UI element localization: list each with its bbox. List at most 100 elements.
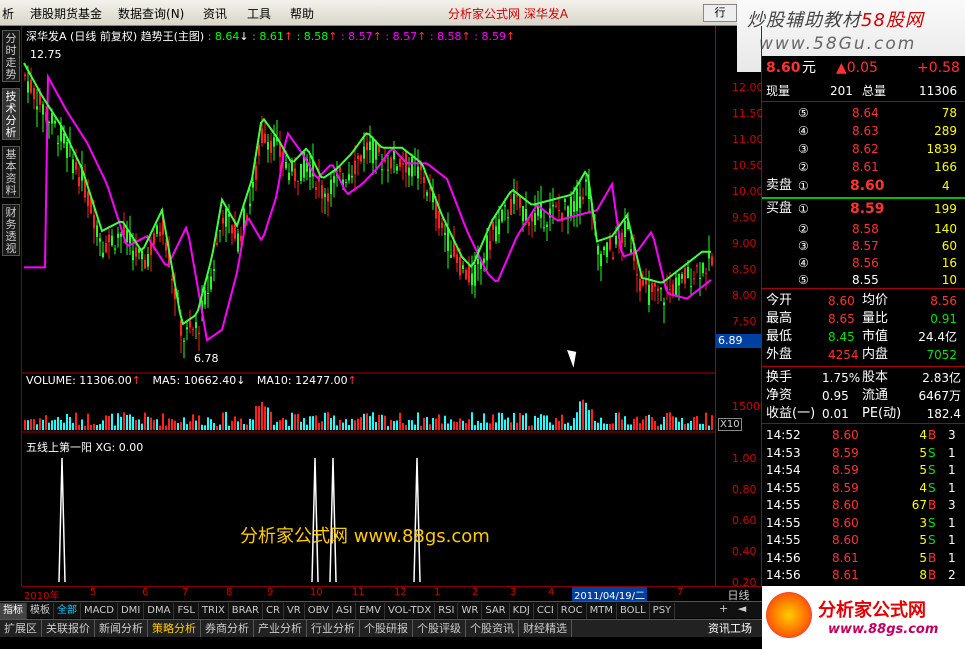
candle-body [639,278,641,292]
volume-bar [276,421,278,430]
indicator-tab[interactable]: 全部 [54,603,81,619]
bottom-menu-item[interactable]: 个股资讯 [466,620,519,637]
bottom-menu-item[interactable]: 个股评级 [413,620,466,637]
volume-bar [537,417,539,430]
indicator-tab[interactable]: EMV [356,603,385,619]
bottom-menu-item[interactable]: 关联报价 [42,620,95,637]
tab-fundamental[interactable]: 基本资料 [2,146,20,198]
candle-body [579,196,581,208]
menu-help[interactable]: 帮助 [290,5,314,22]
bottom-menu-item[interactable]: 扩展区 [0,620,42,637]
bottom-menu-item[interactable]: 个股研报 [360,620,413,637]
volume-bar [150,417,152,430]
candle-body [327,193,329,202]
indicator-tab[interactable]: 指标 [0,603,27,619]
indicator-tab[interactable]: KDJ [510,603,534,619]
candle-body [192,328,194,330]
fund-label: 股本 [862,370,889,385]
menu-analysis[interactable]: 析 [2,5,14,22]
high-label: 12.75 [30,48,62,61]
tick-dir: S [928,533,936,547]
menu-tools[interactable]: 工具 [247,5,271,22]
candle-body [264,133,266,143]
indicator-tab[interactable]: FSL [174,603,199,619]
indicator-tab[interactable]: ROC [558,603,587,619]
candle-body [417,166,419,179]
volume-bar [234,416,236,430]
watermark: 分析家公式网 www.88gs.com [240,526,490,547]
volume-bar [705,412,707,430]
indicator-tab[interactable]: SAR [482,603,510,619]
volume-bar [555,417,557,430]
indicator-tab[interactable]: ASI [333,603,357,619]
volume-bar [432,418,434,430]
vol-value: VOLUME: 11306.00 [26,374,132,387]
volume-bar [498,412,500,430]
indicator-tab[interactable]: MACD [81,603,118,619]
indicator-tab[interactable]: MTM [587,603,617,619]
period-label[interactable]: 日线 [715,586,762,602]
tick-price: 8.60 [832,428,859,442]
ask1-label: 卖盘 [766,178,793,193]
bottom-menu-item[interactable]: 券商分析 [201,620,254,637]
tick-time: 14:56 [766,550,801,565]
tab-scroll-left-icon[interactable]: ◄ [738,602,746,615]
candle-body [252,181,254,188]
volume-bar [360,417,362,430]
menu-hk-futures[interactable]: 港股期货基金 [30,5,102,22]
tab-intraday[interactable]: 分时走势 [2,30,20,82]
chart-area[interactable]: 深华发A (日线 前复权) 趋势王(主图) : 8.64↓ : 8.61↑ : … [22,26,715,586]
candle-body [273,137,275,147]
bottom-menu-item[interactable]: 财经精选 [519,620,572,637]
candle-body [582,196,584,200]
volume-bar [123,412,125,430]
bottom-menu-item[interactable]: 策略分析 [148,620,201,637]
trade-button[interactable]: 行 [703,4,737,22]
volume-bar [114,425,116,430]
indicator-tab[interactable]: DMA [144,603,175,619]
tick-price: 8.60 [832,533,859,547]
candle-body [612,257,614,260]
volume-bar [357,418,359,430]
indicator-tab[interactable]: CR [263,603,284,619]
volume-bar [285,419,287,430]
tab-technical[interactable]: 技术分析 [2,88,20,140]
menu-news[interactable]: 资讯 [203,5,227,22]
signal-spike [329,457,337,583]
volume-bar [189,421,191,430]
indicator-tab[interactable]: VOL-TDX [385,603,436,619]
bottom-menu-item[interactable]: 产业分析 [254,620,307,637]
bottom-menu-item[interactable]: 新闻分析 [95,620,148,637]
kline-canvas[interactable] [22,26,715,586]
candle-body [111,235,113,246]
tab-scroll-right-icon[interactable]: + [719,602,728,615]
volume-bar [501,413,503,430]
menu-data-query[interactable]: 数据查询(N) [118,5,184,22]
tab-financial[interactable]: 财务透视 [2,204,20,256]
indicator-tab[interactable]: BOLL [617,603,650,619]
indicator-tab[interactable]: BRAR [229,603,263,619]
ask-level: ④ [798,124,809,138]
indicator-tab[interactable]: CCI [534,603,558,619]
indicator-tab[interactable]: RSI [435,603,459,619]
indicator-tab[interactable]: VR [284,603,305,619]
volume-bar [477,421,479,430]
indicator-tab[interactable]: OBV [305,603,333,619]
info-workshop[interactable]: 资讯工场 [708,620,752,636]
volume-bar [186,424,188,430]
volume-header: VOLUME: 11306.00↑ MA5: 10662.40↓ MA10: 1… [26,374,357,387]
indicator-tab[interactable]: TRIX [199,603,229,619]
candle-body [621,232,623,244]
candle-body [237,233,239,252]
bottom-menu-item[interactable]: 行业分析 [307,620,360,637]
indicator-tab[interactable]: DMI [118,603,145,619]
candle-body [534,213,536,226]
volume-bar [174,420,176,430]
indicator-tab[interactable]: PSY [650,603,676,619]
indicator-tab[interactable]: WR [458,603,483,619]
tick-time: 14:56 [766,568,801,582]
indicator-tab[interactable]: 模板 [27,603,54,619]
candle-body [198,332,200,335]
candle-body [369,141,371,150]
volume-bar [159,425,161,430]
